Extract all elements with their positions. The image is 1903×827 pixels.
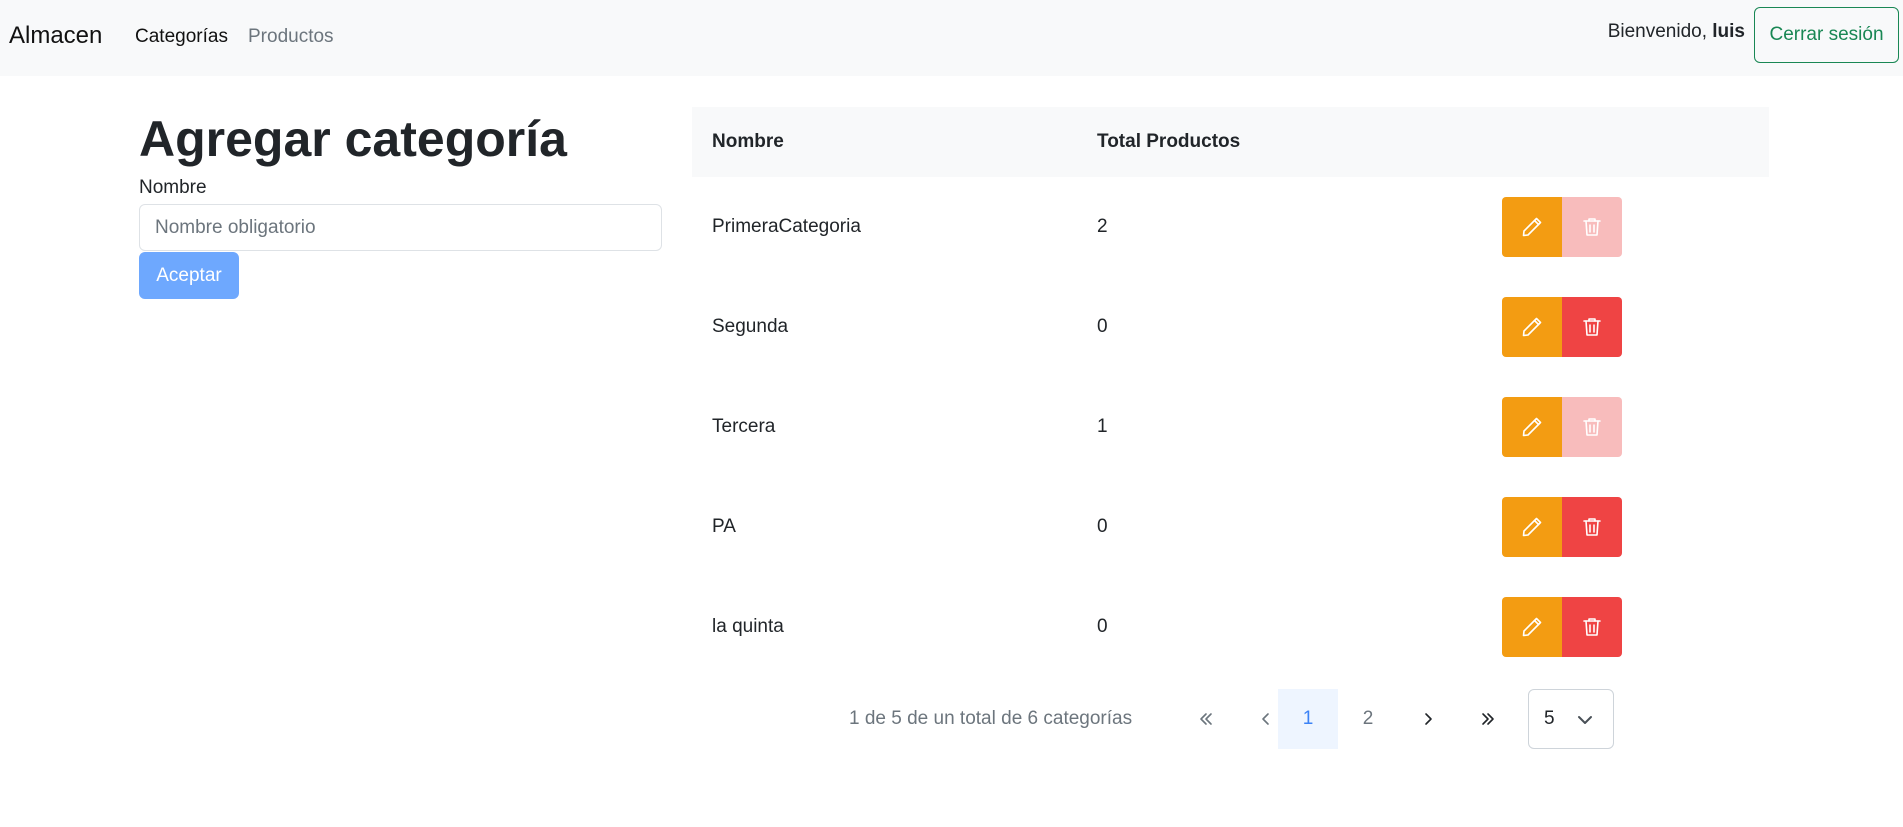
row-actions xyxy=(1502,197,1768,257)
chevron-left-icon xyxy=(1262,713,1269,725)
actions-cell xyxy=(1482,377,1769,477)
edit-button[interactable] xyxy=(1502,397,1562,457)
name-input[interactable] xyxy=(139,204,662,251)
table-row: la quinta 0 xyxy=(692,577,1769,677)
page-title: Agregar categoría xyxy=(139,111,567,167)
table-row: Tercera 1 xyxy=(692,377,1769,477)
pencil-icon xyxy=(1522,317,1542,337)
category-total-cell: 2 xyxy=(1097,216,1108,237)
double-chevron-left-icon xyxy=(1200,713,1212,725)
chevron-right-icon xyxy=(1425,713,1432,725)
top-navbar: Almacen Categorías Productos Bienvenido,… xyxy=(0,0,1903,76)
submit-button[interactable]: Aceptar xyxy=(139,252,239,299)
page-size-value: 5 xyxy=(1544,708,1555,729)
category-total-cell: 0 xyxy=(1097,516,1108,537)
pagination: 1 de 5 de un total de 6 categorías 1 2 5 xyxy=(692,689,1769,749)
row-actions xyxy=(1502,497,1768,557)
welcome-prefix: Bienvenido, xyxy=(1607,21,1707,42)
edit-button[interactable] xyxy=(1502,297,1562,357)
delete-button[interactable] xyxy=(1562,497,1622,557)
trash-icon xyxy=(1583,418,1601,436)
page-2-button[interactable]: 2 xyxy=(1338,689,1398,749)
edit-button[interactable] xyxy=(1502,197,1562,257)
row-actions xyxy=(1502,597,1768,657)
category-name-cell: Segunda xyxy=(712,316,789,337)
delete-button[interactable] xyxy=(1562,297,1622,357)
actions-cell xyxy=(1482,477,1769,577)
trash-icon xyxy=(1583,318,1601,336)
category-name-cell: la quinta xyxy=(712,616,784,637)
table-header-row: Nombre Total Productos xyxy=(692,107,1769,177)
welcome-text: Bienvenido, luis xyxy=(1608,21,1745,43)
name-label: Nombre xyxy=(139,177,207,198)
last-page-button[interactable] xyxy=(1458,689,1518,749)
delete-button[interactable] xyxy=(1562,597,1622,657)
double-chevron-right-icon xyxy=(1482,713,1494,725)
next-page-button[interactable] xyxy=(1398,689,1458,749)
pagination-summary: 1 de 5 de un total de 6 categorías xyxy=(849,708,1133,729)
category-name-cell: PA xyxy=(712,516,736,537)
delete-button xyxy=(1562,397,1622,457)
row-actions xyxy=(1502,397,1768,457)
edit-button[interactable] xyxy=(1502,497,1562,557)
actions-cell xyxy=(1482,277,1769,377)
category-total-cell: 1 xyxy=(1097,416,1108,437)
brand-logo[interactable]: Almacen xyxy=(9,22,102,50)
add-category-form: Agregar categoría Nombre Aceptar xyxy=(139,106,662,299)
table-body: PrimeraCategoria 2 Segunda 0 Tercera 1 PA 0 la q… xyxy=(692,177,1769,677)
nav-link-productos[interactable]: Productos xyxy=(248,26,334,48)
page-size-select[interactable]: 5 xyxy=(1528,689,1614,749)
username: luis xyxy=(1712,21,1745,42)
actions-cell xyxy=(1482,577,1769,677)
pencil-icon xyxy=(1522,217,1542,237)
header-total: Total Productos xyxy=(1097,131,1241,152)
categories-table: Nombre Total Productos PrimeraCategoria 2… xyxy=(692,107,1769,677)
trash-icon xyxy=(1583,218,1601,236)
pencil-icon xyxy=(1522,617,1542,637)
category-name-cell: Tercera xyxy=(712,416,776,437)
table-row: PrimeraCategoria 2 xyxy=(692,177,1769,277)
table-row: Segunda 0 xyxy=(692,277,1769,377)
actions-cell xyxy=(1482,177,1769,277)
pencil-icon xyxy=(1522,417,1542,437)
header-actions xyxy=(1482,107,1769,177)
trash-icon xyxy=(1583,518,1601,536)
trash-icon xyxy=(1583,618,1601,636)
first-page-button[interactable] xyxy=(1176,689,1236,749)
chevron-down-icon xyxy=(1578,716,1592,724)
category-total-cell: 0 xyxy=(1097,316,1108,337)
logout-button[interactable]: Cerrar sesión xyxy=(1754,7,1899,63)
edit-button[interactable] xyxy=(1502,597,1562,657)
page-1-button[interactable]: 1 xyxy=(1278,689,1338,749)
category-total-cell: 0 xyxy=(1097,616,1108,637)
table-row: PA 0 xyxy=(692,477,1769,577)
header-name: Nombre xyxy=(712,131,784,152)
categories-table-container: Nombre Total Productos PrimeraCategoria 2… xyxy=(692,107,1769,677)
delete-button xyxy=(1562,197,1622,257)
category-name-cell: PrimeraCategoria xyxy=(712,216,861,237)
row-actions xyxy=(1502,297,1768,357)
nav-link-categorias[interactable]: Categorías xyxy=(135,26,228,48)
pencil-icon xyxy=(1522,517,1542,537)
